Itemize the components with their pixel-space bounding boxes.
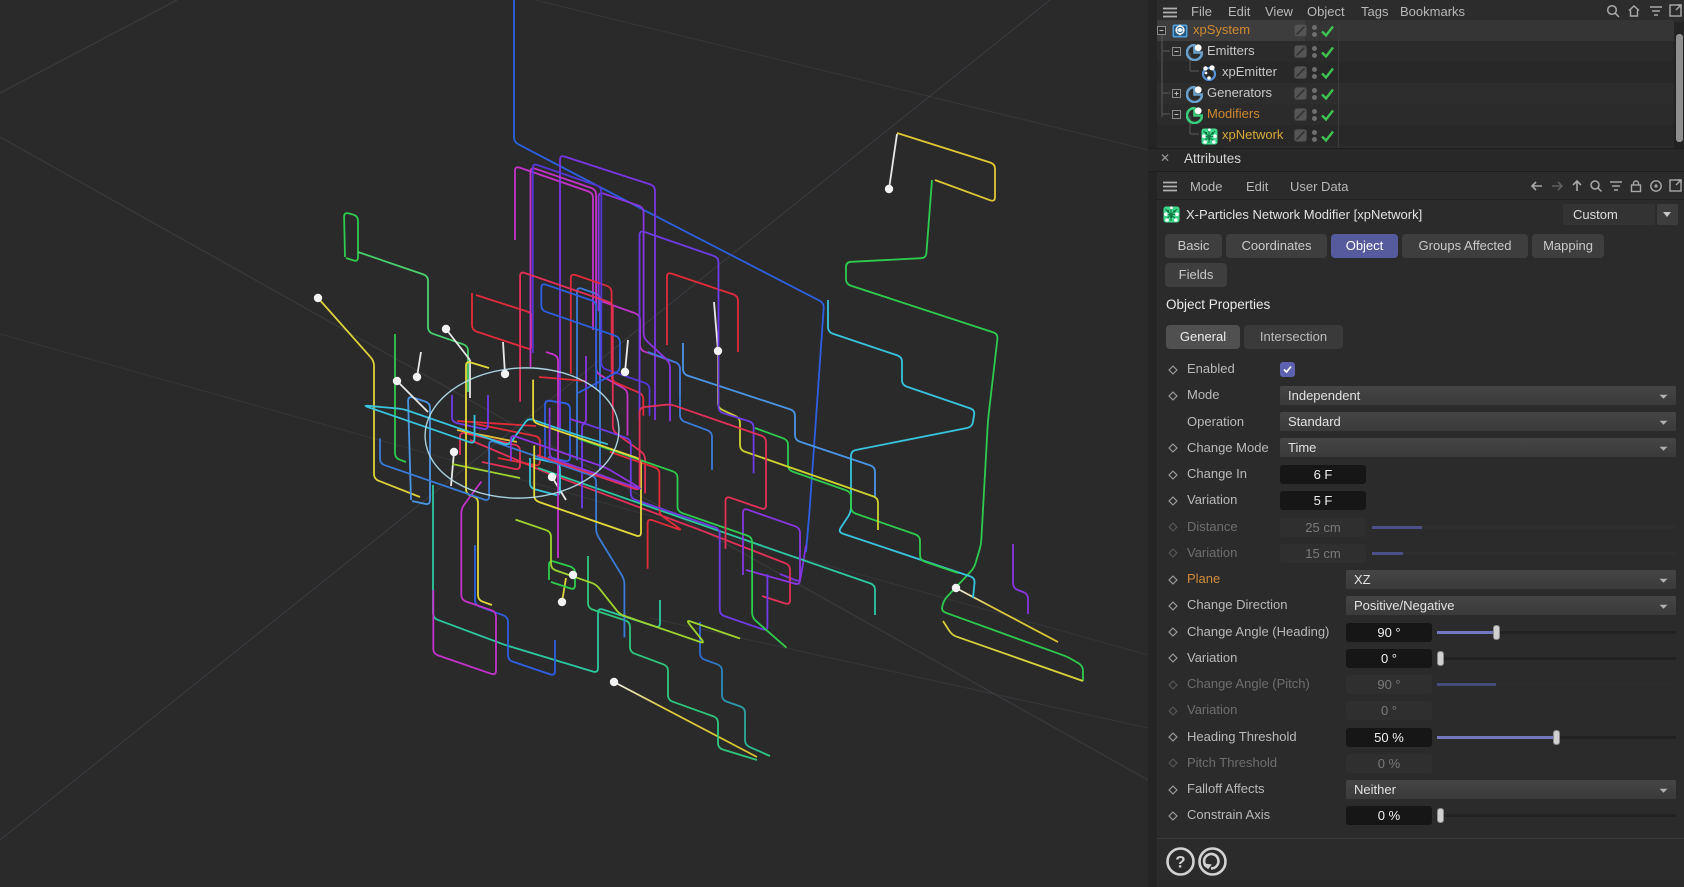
svg-text:?: ? — [1175, 853, 1185, 872]
